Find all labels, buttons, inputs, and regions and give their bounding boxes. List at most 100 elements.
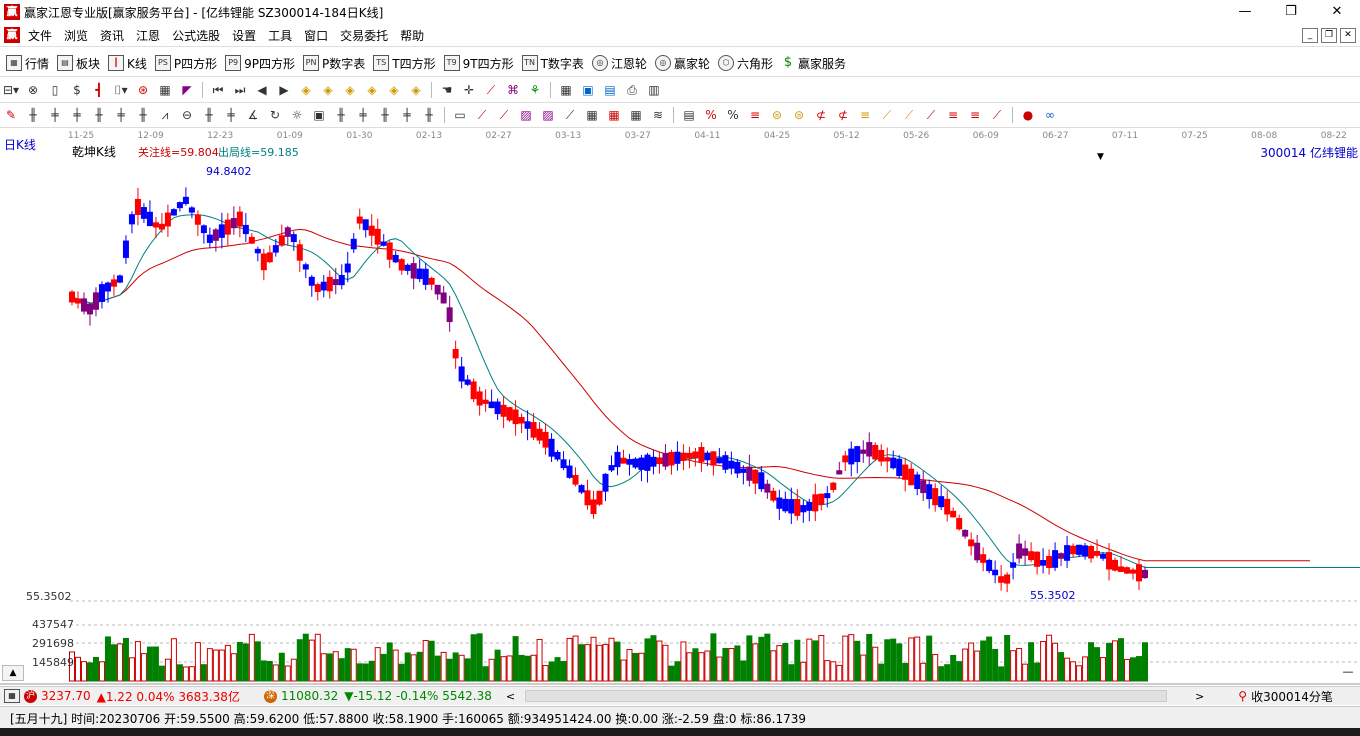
compass-icon[interactable]: ⊛ bbox=[135, 82, 151, 98]
menu-trade[interactable]: 交易委托 bbox=[334, 27, 394, 44]
bars-icon[interactable]: ╫ bbox=[135, 107, 151, 123]
diamond-icon[interactable]: ◈ bbox=[320, 82, 336, 98]
flag-icon[interactable]: ◤ bbox=[179, 82, 195, 98]
shift-left-icon[interactable]: ◀ bbox=[254, 82, 270, 98]
infinity-icon[interactable]: ∞ bbox=[1042, 107, 1058, 123]
menu-window[interactable]: 窗口 bbox=[298, 27, 334, 44]
diamond-icon[interactable]: ◈ bbox=[342, 82, 358, 98]
bars-icon[interactable]: ╪ bbox=[355, 107, 371, 123]
fan-icon[interactable]: ⟋ bbox=[989, 107, 1005, 123]
fan-icon[interactable]: ⟋ bbox=[923, 107, 939, 123]
kline-chart-panel[interactable]: 11-25 12-09 12-23 01-09 01-30 02-13 02-27 03-13… bbox=[0, 129, 1360, 685]
fib-icon[interactable]: ▨ bbox=[540, 107, 556, 123]
hand-icon[interactable]: ☚ bbox=[439, 82, 455, 98]
grid-icon[interactable]: ▦ bbox=[606, 107, 622, 123]
mdi-minimize-button[interactable]: _ bbox=[1302, 28, 1318, 43]
bars-icon[interactable]: ╫ bbox=[421, 107, 437, 123]
first-page-icon[interactable]: ⏮ bbox=[210, 82, 226, 98]
toolbar-pnumber-button[interactable]: PN P数字表 bbox=[303, 55, 365, 72]
fan-icon[interactable]: ⟋ bbox=[879, 107, 895, 123]
menu-gann[interactable]: 江恩 bbox=[130, 27, 166, 44]
minimize-button[interactable]: — bbox=[1222, 0, 1268, 24]
bars-icon[interactable]: ╫ bbox=[25, 107, 41, 123]
line-tool-icon[interactable]: ⟋ bbox=[483, 82, 499, 98]
doc-icon[interactable]: ▯ bbox=[47, 82, 63, 98]
split-icon[interactable]: ⊄ bbox=[835, 107, 851, 123]
fib-icon[interactable]: ▨ bbox=[518, 107, 534, 123]
menu-tools[interactable]: 工具 bbox=[262, 27, 298, 44]
grid-icon[interactable]: ▦ bbox=[4, 689, 20, 703]
rect-icon[interactable]: ▭ bbox=[452, 107, 468, 123]
channel-icon[interactable]: ≋ bbox=[650, 107, 666, 123]
diamond-icon[interactable]: ◈ bbox=[298, 82, 314, 98]
level-icon[interactable]: ≡ bbox=[747, 107, 763, 123]
crosshair-icon[interactable]: ✛ bbox=[461, 82, 477, 98]
toolbar-winnerwheel-button[interactable]: ◎ 赢家轮 bbox=[654, 55, 710, 72]
menu-info[interactable]: 资讯 bbox=[94, 27, 130, 44]
menu-file[interactable]: 文件 bbox=[22, 27, 58, 44]
menu-help[interactable]: 帮助 bbox=[394, 27, 430, 44]
save-icon[interactable]: ▤ bbox=[602, 82, 618, 98]
grid-chart-icon[interactable]: ▦ bbox=[157, 82, 173, 98]
bars-icon[interactable]: ╪ bbox=[47, 107, 63, 123]
formula-icon[interactable]: ⊗ bbox=[25, 82, 41, 98]
gann-icon[interactable]: ⊜ bbox=[791, 107, 807, 123]
calendar-icon[interactable]: ▦ bbox=[558, 82, 574, 98]
calc-icon[interactable]: ▣ bbox=[580, 82, 596, 98]
box-icon[interactable]: ▣ bbox=[311, 107, 327, 123]
level-icon[interactable]: ≡ bbox=[967, 107, 983, 123]
pen-icon[interactable]: ✎ bbox=[3, 107, 19, 123]
trend-icon[interactable]: ⟋ bbox=[562, 107, 578, 123]
last-page-icon[interactable]: ⏭ bbox=[232, 82, 248, 98]
table-icon[interactable]: ▤ bbox=[681, 107, 697, 123]
fan-icon[interactable]: ⟋ bbox=[901, 107, 917, 123]
bars-icon[interactable]: ╫ bbox=[333, 107, 349, 123]
scroll-left-icon[interactable]: < bbox=[506, 690, 515, 703]
toolbar-tsquare-button[interactable]: TS T四方形 bbox=[373, 55, 436, 72]
globe-icon[interactable]: ● bbox=[1020, 107, 1036, 123]
dollar-chart-icon[interactable]: $ bbox=[69, 82, 85, 98]
shift-right-icon[interactable]: ▶ bbox=[276, 82, 292, 98]
mdi-restore-button[interactable]: ❐ bbox=[1321, 28, 1337, 43]
angle-icon[interactable]: ∡ bbox=[245, 107, 261, 123]
candle-chart-icon[interactable]: ┫ bbox=[91, 82, 107, 98]
toolbar-kline-button[interactable]: ┃ K线 bbox=[108, 55, 147, 72]
bars-icon[interactable]: ╪ bbox=[69, 107, 85, 123]
sun-icon[interactable]: ☼ bbox=[289, 107, 305, 123]
print-icon[interactable]: ⎙ bbox=[624, 82, 640, 98]
split-icon[interactable]: ⊄ bbox=[813, 107, 829, 123]
grid-icon[interactable]: ▦ bbox=[584, 107, 600, 123]
grid-icon[interactable]: ▦ bbox=[628, 107, 644, 123]
period-dropdown-icon[interactable]: ⊟▾ bbox=[3, 82, 19, 98]
toolbar-hexagon-button[interactable]: ⬡ 六角形 bbox=[717, 55, 773, 72]
toolbar-9tsquare-button[interactable]: T9 9T四方形 bbox=[443, 55, 514, 72]
menu-browse[interactable]: 浏览 bbox=[58, 27, 94, 44]
menu-settings[interactable]: 设置 bbox=[226, 27, 262, 44]
net-icon[interactable]: ⚘ bbox=[527, 82, 543, 98]
scroll-right-icon[interactable]: > bbox=[1195, 690, 1204, 703]
bars-icon[interactable]: ╪ bbox=[399, 107, 415, 123]
bars-icon[interactable]: ╫ bbox=[91, 107, 107, 123]
toolbar-psquare-button[interactable]: PS P四方形 bbox=[154, 55, 217, 72]
pattern-icon[interactable]: ⌘ bbox=[505, 82, 521, 98]
kline-chart-svg[interactable]: 11-25 12-09 12-23 01-09 01-30 02-13 02-27 03-13… bbox=[0, 129, 1360, 685]
fan-lines-icon[interactable]: ⟋ bbox=[496, 107, 512, 123]
toolbar-gannwheel-button[interactable]: ◎ 江恩轮 bbox=[591, 55, 647, 72]
restore-button[interactable]: ❐ bbox=[1268, 0, 1314, 24]
bars-icon[interactable]: ╫ bbox=[201, 107, 217, 123]
level-icon[interactable]: ≡ bbox=[857, 107, 873, 123]
toolbar-sector-button[interactable]: ▤ 板块 bbox=[57, 55, 100, 72]
export-icon[interactable]: ▥ bbox=[646, 82, 662, 98]
diamond-icon[interactable]: ◈ bbox=[364, 82, 380, 98]
toolbar-quotes-button[interactable]: ▦ 行情 bbox=[6, 55, 49, 72]
mdi-close-button[interactable]: ✕ bbox=[1340, 28, 1356, 43]
fan-lines-icon[interactable]: ⟋ bbox=[474, 107, 490, 123]
indicator-dropdown-icon[interactable]: ⌷▾ bbox=[113, 82, 129, 98]
menu-formula[interactable]: 公式选股 bbox=[166, 27, 226, 44]
toolbar-service-button[interactable]: $ 赢家服务 bbox=[781, 55, 846, 72]
fan-icon[interactable]: ⩘ bbox=[157, 107, 173, 123]
receive-ticks-icon[interactable]: ⚲ bbox=[1238, 689, 1247, 703]
bars-icon[interactable]: ╪ bbox=[223, 107, 239, 123]
scroll-right-icon[interactable]: — bbox=[1338, 665, 1358, 679]
percent-icon[interactable]: % bbox=[725, 107, 741, 123]
